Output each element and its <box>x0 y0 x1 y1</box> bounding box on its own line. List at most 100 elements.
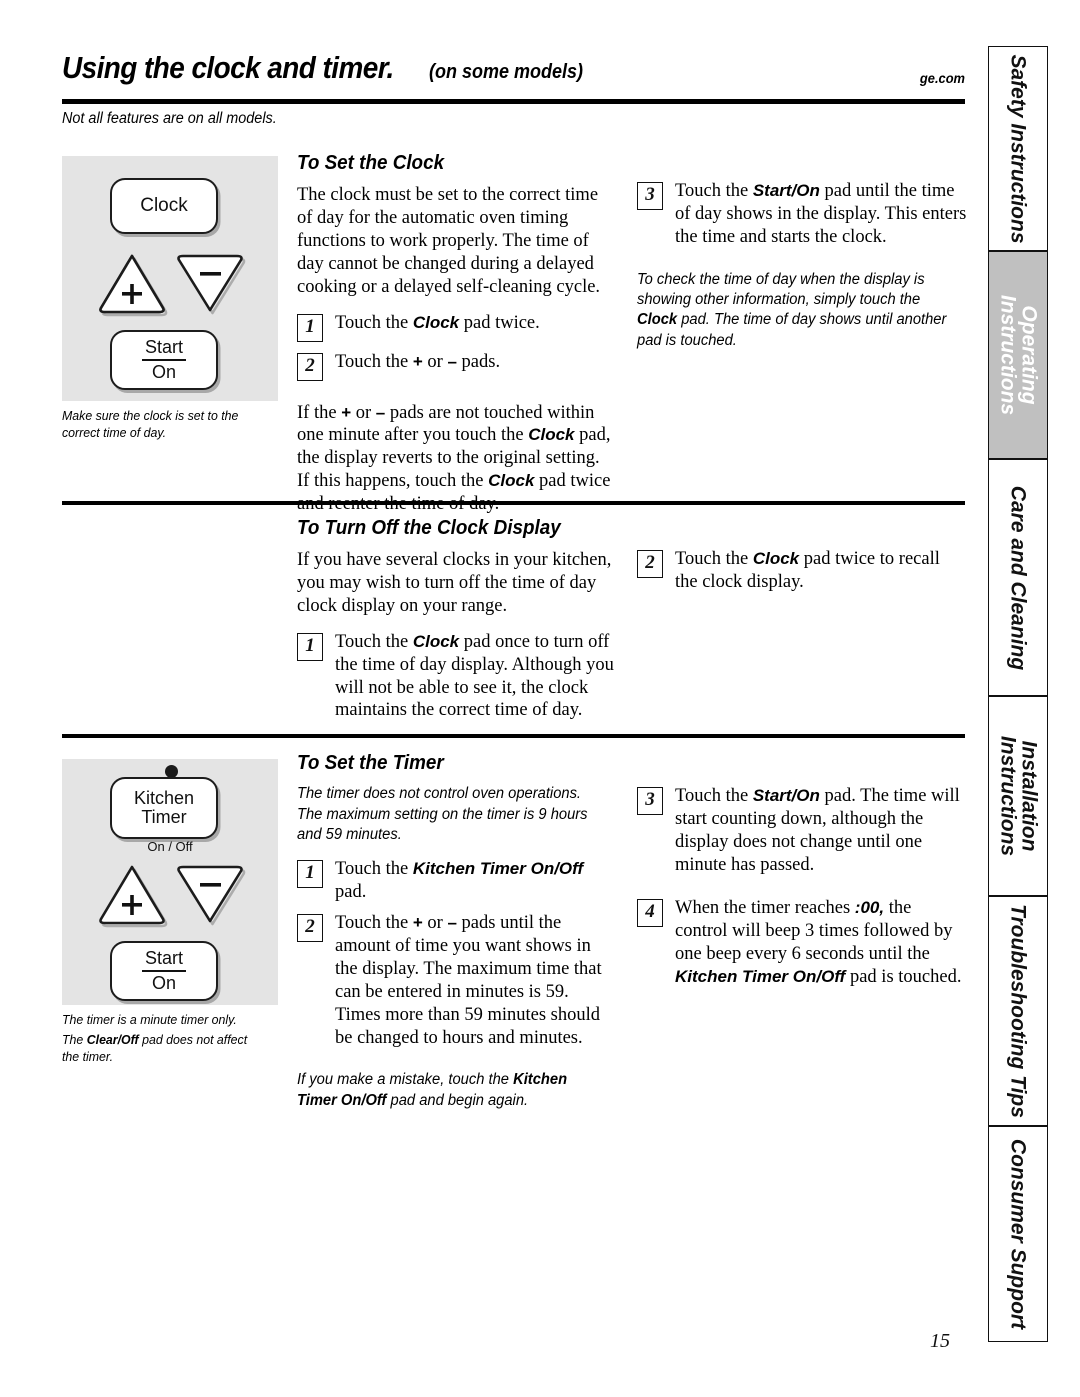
plus-symbol: + <box>412 351 423 371</box>
caption-text: The <box>62 1032 87 1047</box>
set-timer-right-column: 3 Touch the Start/On pad. The time will … <box>637 785 967 998</box>
set-clock-right-column: 3 Touch the Start/On pad until the time … <box>637 180 967 363</box>
step-text-part: Touch the <box>335 631 413 652</box>
sidebar-tab-label: Operating Instructions <box>996 294 1041 416</box>
clock-pad-label: Clock <box>140 194 188 216</box>
minus-pad-graphic <box>175 252 246 315</box>
start-pad-label-line1: Start <box>141 949 186 972</box>
clock-control-pad-illustration: Clock Start On <box>62 156 278 401</box>
section-divider-2 <box>62 734 965 738</box>
step-item: 2 Touch the Clock pad twice to recall th… <box>637 548 967 594</box>
step-text-part: Touch the <box>335 858 413 879</box>
step-number-box: 2 <box>637 550 663 578</box>
pad-name: Clock <box>412 631 460 651</box>
step-text-part: When the timer reaches <box>675 898 855 919</box>
step-item: 3 Touch the Start/On pad until the time … <box>637 180 967 249</box>
minus-symbol: – <box>447 351 457 371</box>
site-url: ge.com <box>919 70 965 86</box>
sidebar-tab-troubleshooting-tips[interactable]: Troubleshooting Tips <box>988 896 1048 1126</box>
sidebar-tab-label: Safety Instructions <box>1006 53 1030 244</box>
header-divider <box>62 99 965 104</box>
turn-off-display-intro: If you have several clocks in your kitch… <box>297 550 612 616</box>
page-subtitle: Not all features are on all models. <box>62 110 277 127</box>
manual-page: Using the clock and timer. (on some mode… <box>0 0 1080 1397</box>
clock-illustration-caption: Make sure the clock is set to the correc… <box>62 408 239 440</box>
start-on-pad-graphic: Start On <box>110 330 218 390</box>
note-text-part: To check the time of day when the displa… <box>637 270 925 308</box>
page-title: Using the clock and timer. (on some mode… <box>62 50 600 86</box>
step-text-part: pad is touched. <box>845 966 962 987</box>
timer-zero-value: :00, <box>854 898 885 918</box>
set-timer-top-note: The timer does not control oven operatio… <box>297 785 588 844</box>
pad-name: Start/On <box>752 786 820 805</box>
pad-name: Clock <box>528 425 575 445</box>
minus-symbol: – <box>447 913 457 933</box>
step-number-box: 2 <box>297 914 323 943</box>
step-item: 1 Touch the Clock pad once to turn off t… <box>297 631 615 722</box>
sidebar-tab-label: Care and Cleaning <box>1006 485 1030 670</box>
text-part: If the <box>297 402 342 423</box>
sidebar-tab-label: Installation Instructions <box>996 735 1041 857</box>
step-text-part: or <box>422 913 448 934</box>
note-text-part: pad and begin again. <box>386 1091 529 1109</box>
sidebar-tab-safety-instructions[interactable]: Safety Instructions <box>988 46 1048 251</box>
pad-name: Clock <box>752 549 800 568</box>
step-item: 1 Touch the Clock pad twice. <box>297 312 615 342</box>
step-text-part: Touch the <box>335 312 413 333</box>
step-item: 1 Touch the Kitchen Timer On/Off pad. <box>297 858 615 904</box>
step-number-box: 1 <box>297 859 323 888</box>
kitchen-timer-pad-graphic: Kitchen Timer <box>110 777 218 839</box>
step-item: 2 Touch the + or – pads. <box>297 351 615 381</box>
set-timer-middle-column: To Set the Timer The timer does not cont… <box>297 750 615 1123</box>
step-text-part: Touch the <box>335 351 413 372</box>
step-text: When the timer reaches :00, the control … <box>675 897 967 988</box>
pad-name: Clock <box>412 312 460 332</box>
step-text: Touch the Kitchen Timer On/Off pad. <box>335 858 615 904</box>
step-text: Touch the + or – pads. <box>335 351 615 374</box>
set-clock-check-time-note: To check the time of day when the displa… <box>637 270 951 352</box>
plus-symbol: + <box>341 402 352 422</box>
step-text: Touch the + or – pads until the amount o… <box>335 912 615 1049</box>
set-clock-timeout-note: If the + or – pads are not touched withi… <box>297 402 615 516</box>
step-item: 3 Touch the Start/On pad. The time will … <box>637 785 967 876</box>
sidebar-tab-installation-instructions[interactable]: Installation Instructions <box>988 696 1048 896</box>
step-text: Touch the Start/On pad. The time will st… <box>675 785 967 876</box>
step-number-box: 3 <box>637 787 663 815</box>
plus-pad-graphic <box>97 252 168 317</box>
step-number-box: 1 <box>297 313 323 342</box>
sidebar-tab-operating-instructions[interactable]: Operating Instructions <box>988 251 1048 459</box>
page-title-main: Using the clock and timer. <box>62 50 394 85</box>
sidebar-tab-consumer-support[interactable]: Consumer Support <box>988 1126 1048 1342</box>
step-text-part: Touch the <box>335 913 413 934</box>
section-heading-set-clock: To Set the Clock <box>297 151 445 174</box>
sidebar-tab-care-and-cleaning[interactable]: Care and Cleaning <box>988 459 1048 696</box>
set-clock-intro: The clock must be set to the correct tim… <box>297 185 601 297</box>
step-text-part: Touch the <box>675 181 753 201</box>
step-text-part: pads until the amount of time you want s… <box>335 913 602 1048</box>
pad-name: Kitchen Timer On/Off <box>412 858 584 878</box>
plus-pad-graphic <box>97 863 168 928</box>
start-on-pad-graphic: Start On <box>110 941 218 1001</box>
page-number: 15 <box>930 1330 950 1352</box>
page-header: Using the clock and timer. (on some mode… <box>62 48 965 106</box>
step-number-box: 1 <box>297 632 323 661</box>
turn-off-display-right-column: 2 Touch the Clock pad twice to recall th… <box>637 548 967 603</box>
turn-off-display-middle-column: To Turn Off the Clock Display If you hav… <box>297 515 615 731</box>
step-number-box: 4 <box>637 899 663 928</box>
step-item: 2 Touch the + or – pads until the amount… <box>297 912 615 1049</box>
pad-name: Clock <box>488 471 535 491</box>
kitchen-timer-pad-label-line1: Kitchen <box>133 787 195 808</box>
step-number-box: 3 <box>637 182 663 210</box>
step-text: Touch the Clock pad twice. <box>335 312 615 335</box>
step-text: Touch the Clock pad twice to recall the … <box>675 548 967 594</box>
plus-symbol: + <box>412 913 423 933</box>
text-part: or <box>351 402 376 423</box>
set-clock-middle-column: To Set the Clock The clock must be set t… <box>297 150 615 516</box>
pad-name: Kitchen Timer On/Off <box>675 966 846 986</box>
step-item: 4 When the timer reaches :00, the contro… <box>637 897 967 988</box>
start-pad-label-line1: Start <box>141 338 186 361</box>
section-heading-set-timer: To Set the Timer <box>297 751 444 774</box>
step-text-part: or <box>422 351 448 372</box>
page-title-subtitle: (on some models) <box>428 61 583 83</box>
step-text-part: pads. <box>456 351 501 372</box>
